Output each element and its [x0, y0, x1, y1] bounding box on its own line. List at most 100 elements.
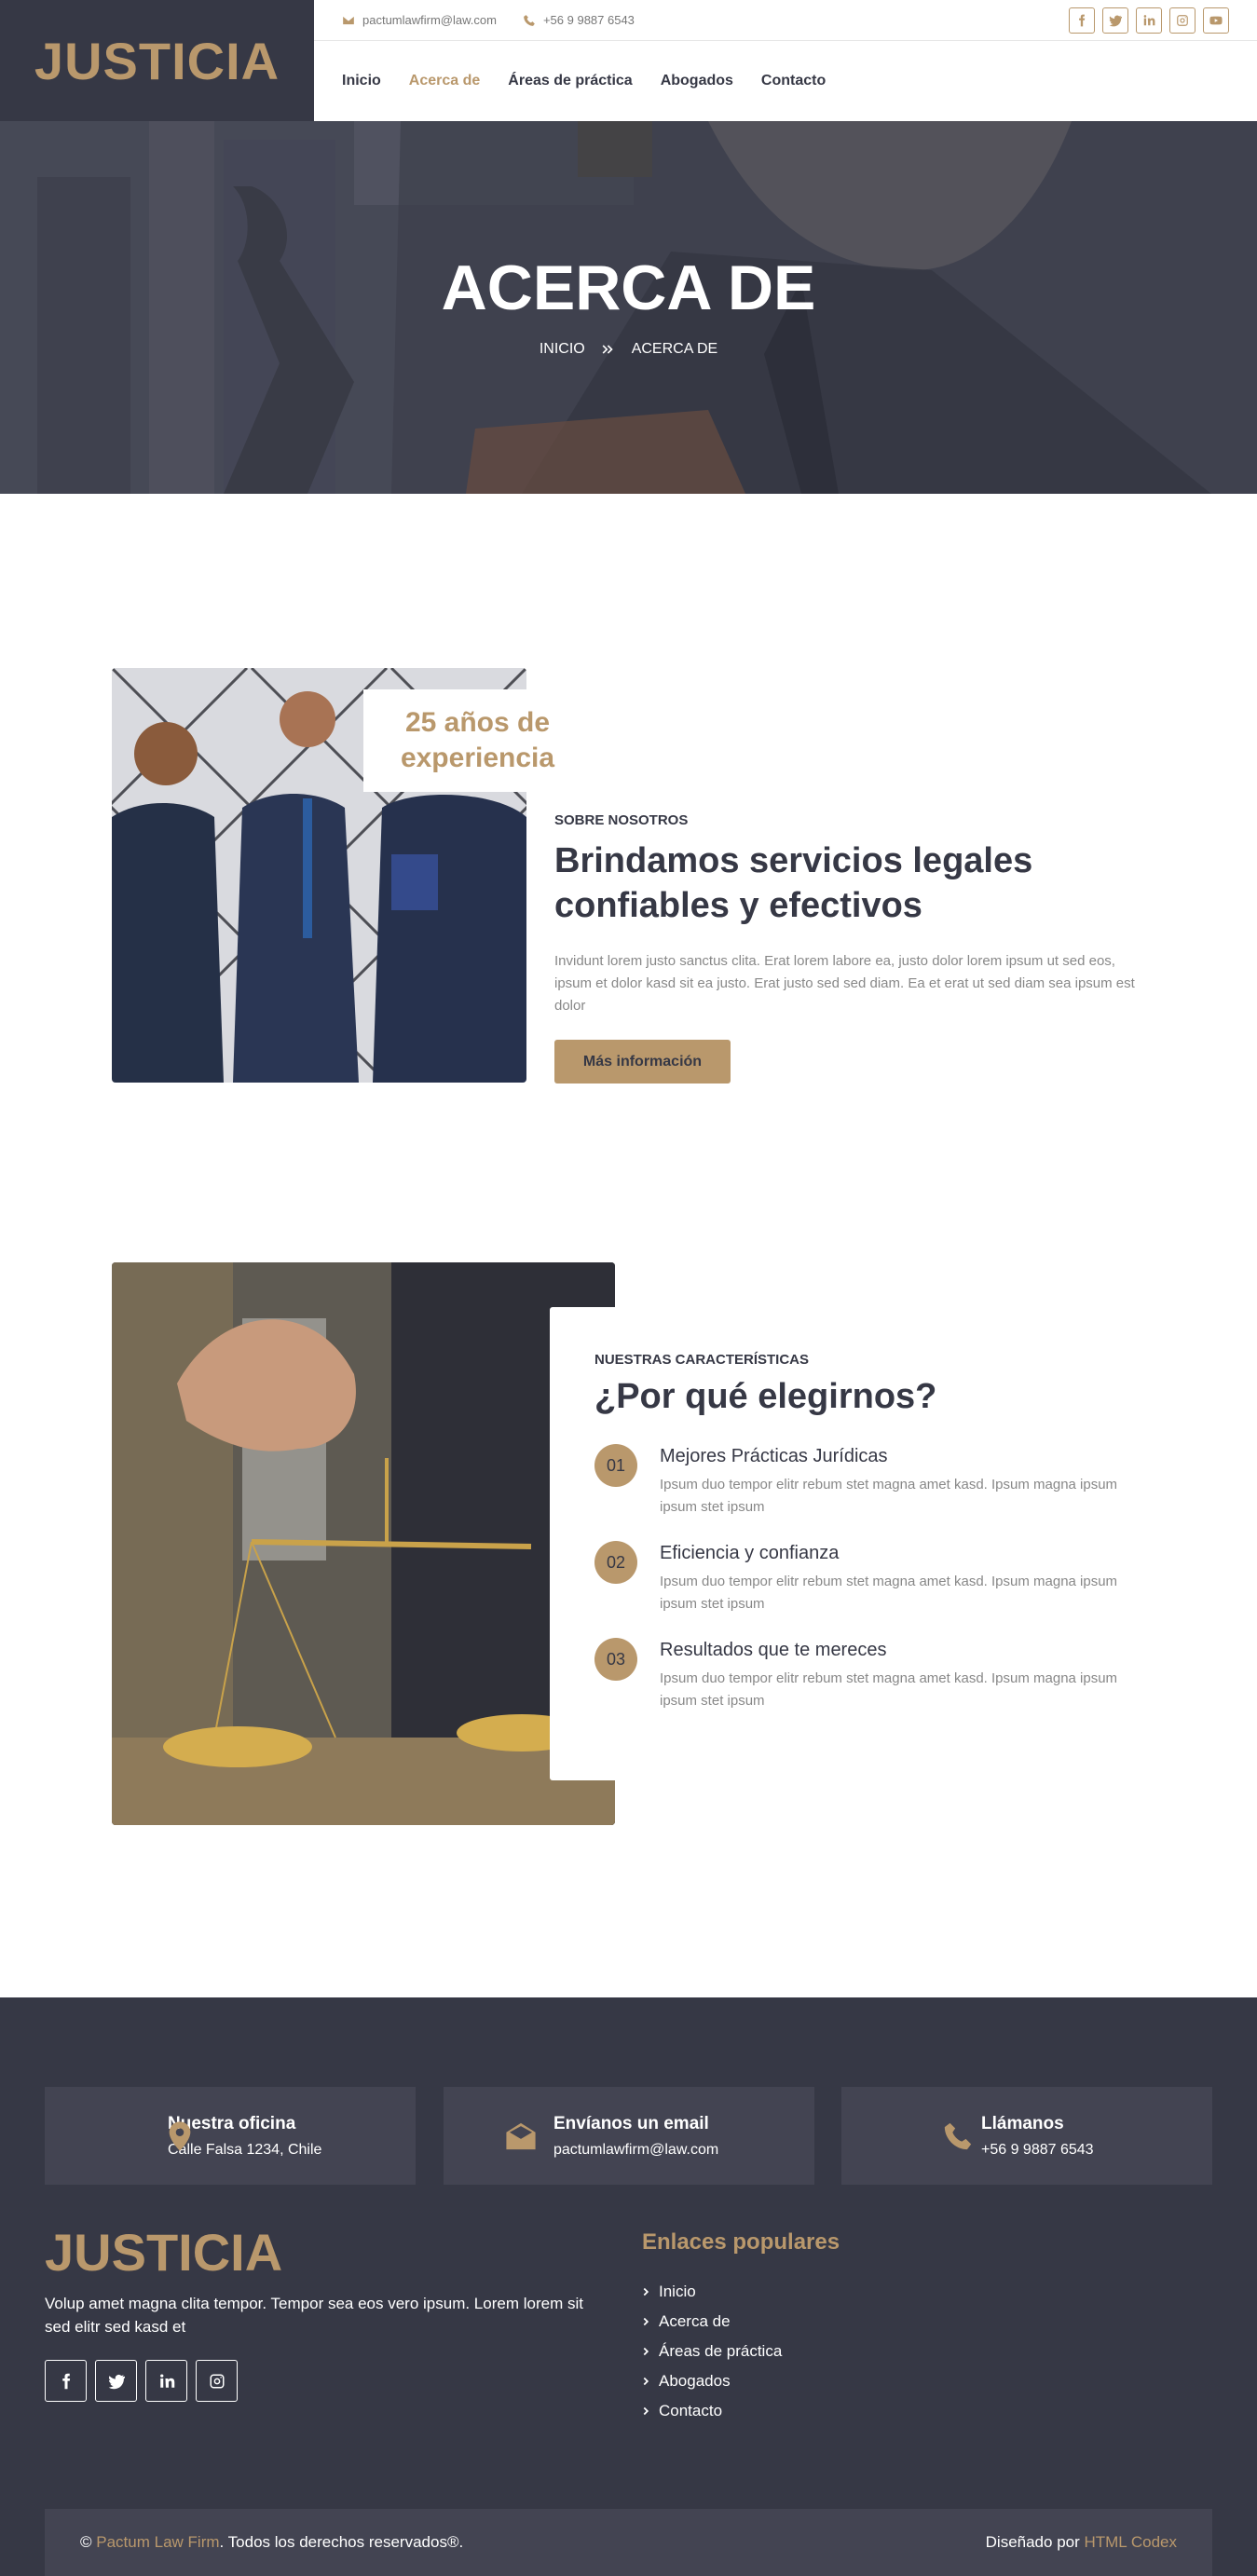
facebook-icon — [61, 2373, 70, 2389]
feature-title: Mejores Prácticas Jurídicas — [660, 1446, 888, 1466]
experience-badge: 25 años de experiencia — [363, 689, 592, 792]
topbar-socials — [1069, 7, 1229, 34]
about-heading: Brindamos servicios legales confiables y… — [554, 841, 1033, 925]
brand-logo-box[interactable]: JUSTICIA — [0, 0, 314, 121]
footer-link-label: Acerca de — [659, 2312, 731, 2330]
contact-email-card: Envíanos un email pactumlawfirm@law.com — [444, 2087, 814, 2185]
phone-icon — [944, 2122, 972, 2150]
firm-link[interactable]: Pactum Law Firm — [96, 2533, 219, 2551]
justice-scale-photo — [112, 1262, 615, 1825]
footer-facebook-button[interactable] — [45, 2360, 87, 2402]
nav-acerca-de[interactable]: Acerca de — [409, 73, 481, 89]
footer-link-contacto[interactable]: Contacto — [642, 2396, 782, 2426]
footer-twitter-button[interactable] — [95, 2360, 137, 2402]
facebook-button[interactable] — [1069, 7, 1095, 34]
topbar-phone-text: +56 9 9887 6543 — [542, 13, 635, 27]
instagram-icon — [1177, 15, 1188, 26]
features-heading: ¿Por qué elegirnos? — [594, 1377, 937, 1416]
envelope-open-icon — [506, 2122, 536, 2150]
copyright-text: © Pactum Law Firm. Todos los derechos re… — [80, 2533, 463, 2552]
footer-link-acerca-de[interactable]: Acerca de — [642, 2307, 782, 2337]
topbar-email-text: pactumlawfirm@law.com — [362, 13, 497, 27]
feature-desc: Ipsum duo tempor elitr rebum stet magna … — [660, 1670, 1118, 1709]
experience-line2: experiencia — [400, 743, 555, 773]
breadcrumb-current: ACERCA DE — [631, 341, 718, 357]
topbar-email: pactumlawfirm@law.com — [342, 13, 497, 27]
page-title: ACERCA DE — [441, 252, 816, 323]
envelope-icon — [343, 16, 354, 24]
hero-banner: ACERCA DE INICIO ACERCA DE — [0, 121, 1257, 494]
feature-item: 01 Mejores Prácticas Jurídicas Ipsum duo… — [594, 1444, 1126, 1528]
designer-credit: Diseñado por HTML Codex — [986, 2533, 1177, 2552]
facebook-icon — [1079, 14, 1086, 27]
topbar-phone: +56 9 9887 6543 — [523, 13, 635, 27]
youtube-icon — [1209, 16, 1223, 25]
footer-link-label: Contacto — [659, 2402, 723, 2419]
feature-title: Resultados que te mereces — [660, 1640, 887, 1660]
call-title: Llámanos — [981, 2113, 1064, 2133]
footer-links-title: Enlaces populares — [642, 2229, 840, 2255]
breadcrumb-home[interactable]: INICIO — [540, 341, 585, 358]
footer-link-label: Inicio — [659, 2283, 696, 2300]
features-scale-image — [112, 1262, 615, 1825]
brand-logo[interactable]: JUSTICIA — [34, 31, 280, 91]
about-kicker: SOBRE NOSOTROS — [554, 812, 689, 828]
chevron-right-icon — [643, 2406, 649, 2416]
linkedin-button[interactable] — [1136, 7, 1162, 34]
copyright-symbol: © — [80, 2533, 92, 2551]
feature-number: 02 — [594, 1541, 637, 1584]
designer-link[interactable]: HTML Codex — [1084, 2533, 1177, 2551]
twitter-button[interactable] — [1102, 7, 1128, 34]
breadcrumb: INICIO ACERCA DE — [0, 341, 1257, 358]
feature-number: 01 — [594, 1444, 637, 1487]
feature-item: 02 Eficiencia y confianza Ipsum duo temp… — [594, 1541, 1126, 1625]
feature-number: 03 — [594, 1638, 637, 1681]
chevron-right-icon — [643, 2287, 649, 2297]
more-info-button[interactable]: Más información — [554, 1040, 731, 1084]
nav-inicio[interactable]: Inicio — [342, 73, 381, 89]
footer-links-list: Inicio Acerca de Áreas de práctica Aboga… — [642, 2277, 782, 2426]
experience-line1: 25 años de — [404, 707, 551, 738]
footer-link-inicio[interactable]: Inicio — [642, 2277, 782, 2307]
footer-instagram-button[interactable] — [196, 2360, 238, 2402]
footer-text: Volup amet magna clita tempor. Tempor se… — [45, 2295, 583, 2336]
main-nav: Inicio Acerca de Áreas de práctica Aboga… — [314, 41, 1257, 121]
contact-office-card: Nuestra oficina Calle Falsa 1234, Chile — [45, 2087, 416, 2185]
footer-logo[interactable]: JUSTICIA — [45, 2222, 282, 2283]
feature-item: 03 Resultados que te mereces Ipsum duo t… — [594, 1638, 1126, 1722]
chevron-right-icon — [643, 2317, 649, 2326]
contact-call-card: Llámanos +56 9 9887 6543 — [841, 2087, 1212, 2185]
email-title: Envíanos un email — [553, 2113, 709, 2133]
chevron-right-icon — [643, 2347, 649, 2356]
nav-areas-de-practica[interactable]: Áreas de práctica — [508, 73, 632, 89]
call-value[interactable]: +56 9 9887 6543 — [981, 2142, 1094, 2159]
footer — [0, 1997, 1257, 2576]
footer-link-label: Abogados — [659, 2372, 731, 2390]
twitter-icon — [108, 2374, 125, 2389]
double-chevron-right-icon — [602, 345, 613, 354]
about-text: Invidunt lorem justo sanctus clita. Erat… — [554, 953, 1135, 1014]
topbar: pactumlawfirm@law.com +56 9 9887 6543 — [314, 0, 1257, 41]
feature-desc: Ipsum duo tempor elitr rebum stet magna … — [660, 1477, 1118, 1515]
twitter-icon — [1109, 15, 1122, 27]
footer-socials — [45, 2360, 238, 2402]
phone-icon — [524, 14, 535, 26]
feature-desc: Ipsum duo tempor elitr rebum stet magna … — [660, 1574, 1118, 1612]
footer-link-abogados[interactable]: Abogados — [642, 2366, 782, 2396]
email-value[interactable]: pactumlawfirm@law.com — [553, 2142, 718, 2159]
footer-link-areas-de-practica[interactable]: Áreas de práctica — [642, 2337, 782, 2366]
linkedin-icon — [1143, 15, 1155, 26]
feature-title: Eficiencia y confianza — [660, 1543, 840, 1563]
copyright-bar: © Pactum Law Firm. Todos los derechos re… — [45, 2509, 1212, 2576]
youtube-button[interactable] — [1203, 7, 1229, 34]
nav-abogados[interactable]: Abogados — [661, 73, 733, 89]
designed-by-label: Diseñado por — [985, 2533, 1085, 2551]
instagram-icon — [210, 2374, 224, 2388]
nav-contacto[interactable]: Contacto — [761, 73, 826, 89]
map-pin-icon — [169, 2121, 191, 2151]
copyright-rest: . Todos los derechos reservados®. — [219, 2533, 464, 2551]
linkedin-icon — [159, 2374, 174, 2388]
features-kicker: NUESTRAS CARACTERÍSTICAS — [594, 1352, 810, 1368]
footer-linkedin-button[interactable] — [145, 2360, 187, 2402]
instagram-button[interactable] — [1169, 7, 1196, 34]
